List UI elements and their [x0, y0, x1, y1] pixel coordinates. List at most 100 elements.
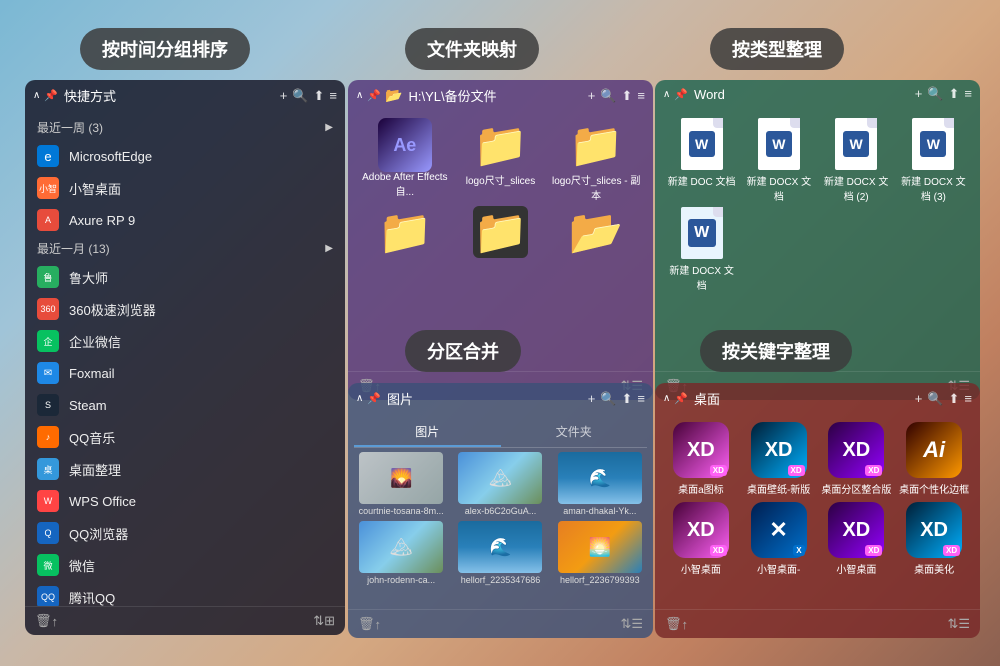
chevron-up-icon: ∧ — [663, 393, 670, 404]
desktop-item[interactable]: XD XD 小智桌面 — [665, 502, 737, 576]
list-item[interactable]: e MicrosoftEdge — [25, 140, 345, 172]
desktop-item[interactable]: XD XD 桌面分区整合版 — [821, 422, 893, 496]
folder-title: H:\YL\备份文件 — [408, 86, 583, 105]
desktop-item[interactable]: XD XD 桌面壁纸-新版 — [743, 422, 815, 496]
images-footer: 🗑 ↑ ⇅ ☰ — [348, 609, 653, 638]
folder-item[interactable]: 📂 — [551, 208, 641, 259]
sort-icon[interactable]: ⇅ — [620, 616, 631, 632]
search-icon[interactable]: 🔍 — [292, 88, 308, 104]
share-icon[interactable]: ⬆ — [314, 88, 325, 104]
menu-icon[interactable]: ≡ — [637, 391, 645, 407]
list-item[interactable]: QQ 腾讯QQ — [25, 581, 345, 606]
desktop-item[interactable]: Ai 桌面个性化边框 — [898, 422, 970, 496]
image-item[interactable]: 🌊 hellorf_2235347686 — [453, 521, 547, 585]
add-icon[interactable]: + — [915, 391, 923, 407]
shortcuts-title: 快捷方式 — [64, 86, 276, 105]
list-item[interactable]: S Steam — [25, 389, 345, 421]
list-item[interactable]: 微 微信 — [25, 549, 345, 581]
desktop-item[interactable]: XD XD 桌面美化 — [898, 502, 970, 576]
menu-icon[interactable]: ≡ — [964, 86, 972, 102]
list-view-icon[interactable]: ☰ — [631, 616, 643, 632]
word-file-icon3: W — [830, 118, 882, 170]
grid-icon[interactable]: ⊞ — [324, 613, 335, 629]
image-thumb-mountain2: 🏔 — [359, 521, 443, 573]
360-icon: 360 — [37, 298, 59, 320]
word-item[interactable]: W 新建 DOCX 文档 — [665, 207, 738, 292]
share-icon[interactable]: ⬆ — [949, 86, 960, 102]
shortcuts-panel-header: ∧ 📌 快捷方式 + 🔍 ⬆ ≡ — [25, 80, 345, 111]
tab-folders[interactable]: 文件夹 — [501, 418, 648, 447]
desktop-item[interactable]: ✕ X 小智桌面- — [743, 502, 815, 576]
images-header-icons: + 🔍 ⬆ ≡ — [588, 391, 645, 407]
up-icon[interactable]: ↑ — [52, 614, 59, 629]
trash-icon[interactable]: 🗑 — [665, 616, 682, 632]
image-item[interactable]: 🏔 john-rodenn-ca... — [354, 521, 448, 585]
folder-item[interactable]: 📁 — [456, 208, 546, 259]
banner-merge: 分区合并 — [405, 330, 521, 372]
search-icon[interactable]: 🔍 — [927, 391, 943, 407]
word-item[interactable]: W 新建 DOC 文档 — [665, 118, 738, 203]
list-item[interactable]: 桌 桌面整理 — [25, 453, 345, 485]
trash-icon[interactable]: 🗑 — [358, 616, 375, 632]
image-thumb-ocean2: 🌊 — [458, 521, 542, 573]
image-thumb-sunset: 🌅 — [558, 521, 642, 573]
word-file-icon4: W — [907, 118, 959, 170]
app-name: 企业微信 — [69, 332, 121, 351]
image-thumb-portrait: 🌄 — [359, 452, 443, 504]
week-arrow[interactable]: ▶ — [325, 122, 333, 133]
word-item[interactable]: W 新建 DOCX 文档 — [742, 118, 815, 203]
month-arrow[interactable]: ▶ — [325, 243, 333, 254]
word-item[interactable]: W 新建 DOCX 文档 (2) — [820, 118, 893, 203]
list-item[interactable]: 鲁 鲁大师 — [25, 261, 345, 293]
add-icon[interactable]: + — [588, 391, 596, 407]
folder-item[interactable]: 📁 logo尺寸_slices — [456, 121, 546, 202]
list-item[interactable]: ♪ QQ音乐 — [25, 421, 345, 453]
list-item[interactable]: Q QQ浏览器 — [25, 517, 345, 549]
banner-type-sort: 按类型整理 — [710, 28, 844, 70]
pin-icon: 📌 — [44, 89, 58, 102]
list-item[interactable]: 企 企业微信 — [25, 325, 345, 357]
sort-icon[interactable]: ⇅ — [313, 613, 324, 629]
list-view-icon[interactable]: ☰ — [958, 616, 970, 632]
pin-icon: 📌 — [674, 392, 688, 405]
folder-panel-header: ∧ 📌 📂 H:\YL\备份文件 + 🔍 ⬆ ≡ — [348, 80, 653, 111]
month-section-label: 最近一月 (13) ▶ — [25, 236, 345, 261]
desktop-item[interactable]: XD XD 小智桌面 — [821, 502, 893, 576]
desktop-app-icon-ai: Ai — [906, 422, 962, 478]
list-item[interactable]: A Axure RP 9 — [25, 204, 345, 236]
share-icon[interactable]: ⬆ — [949, 391, 960, 407]
share-icon[interactable]: ⬆ — [622, 88, 633, 104]
image-item[interactable]: 🌅 hellorf_2236799393 — [553, 521, 647, 585]
menu-icon[interactable]: ≡ — [329, 88, 337, 104]
menu-icon[interactable]: ≡ — [637, 88, 645, 104]
image-label: alex-b6C2oGuA... — [465, 506, 537, 516]
word-item[interactable]: W 新建 DOCX 文档 (3) — [897, 118, 970, 203]
desktop-item[interactable]: XD XD 桌面a图标 — [665, 422, 737, 496]
list-item[interactable]: 360 360极速浏览器 — [25, 293, 345, 325]
qqbrowser-icon: Q — [37, 522, 59, 544]
folder-item[interactable]: Ae Adobe After Effects 自... — [360, 121, 450, 202]
list-item[interactable]: W WPS Office — [25, 485, 345, 517]
up-icon[interactable]: ↑ — [682, 617, 689, 632]
search-icon[interactable]: 🔍 — [600, 88, 616, 104]
search-icon[interactable]: 🔍 — [927, 86, 943, 102]
image-item[interactable]: 🌊 aman-dhakal-Yk... — [553, 452, 647, 516]
folder-item[interactable]: 📁 logo尺寸_slices - 副本 — [551, 121, 641, 202]
menu-icon[interactable]: ≡ — [964, 391, 972, 407]
app-name: Steam — [69, 398, 107, 413]
list-item[interactable]: ✉ Foxmail — [25, 357, 345, 389]
add-icon[interactable]: + — [280, 88, 288, 104]
image-item[interactable]: 🏔 alex-b6C2oGuA... — [453, 452, 547, 516]
up-icon[interactable]: ↑ — [375, 617, 382, 632]
add-icon[interactable]: + — [915, 86, 923, 102]
search-icon[interactable]: 🔍 — [600, 391, 616, 407]
list-item[interactable]: 小智 小智桌面 — [25, 172, 345, 204]
add-icon[interactable]: + — [588, 88, 596, 104]
sort-icon[interactable]: ⇅ — [947, 616, 958, 632]
share-icon[interactable]: ⬆ — [622, 391, 633, 407]
trash-icon[interactable]: 🗑 — [35, 613, 52, 629]
tab-images[interactable]: 图片 — [354, 418, 501, 447]
image-item[interactable]: 🌄 courtnie-tosana-8m... — [354, 452, 448, 516]
wechat-work-icon: 企 — [37, 330, 59, 352]
folder-item[interactable]: 📁 — [360, 208, 450, 259]
